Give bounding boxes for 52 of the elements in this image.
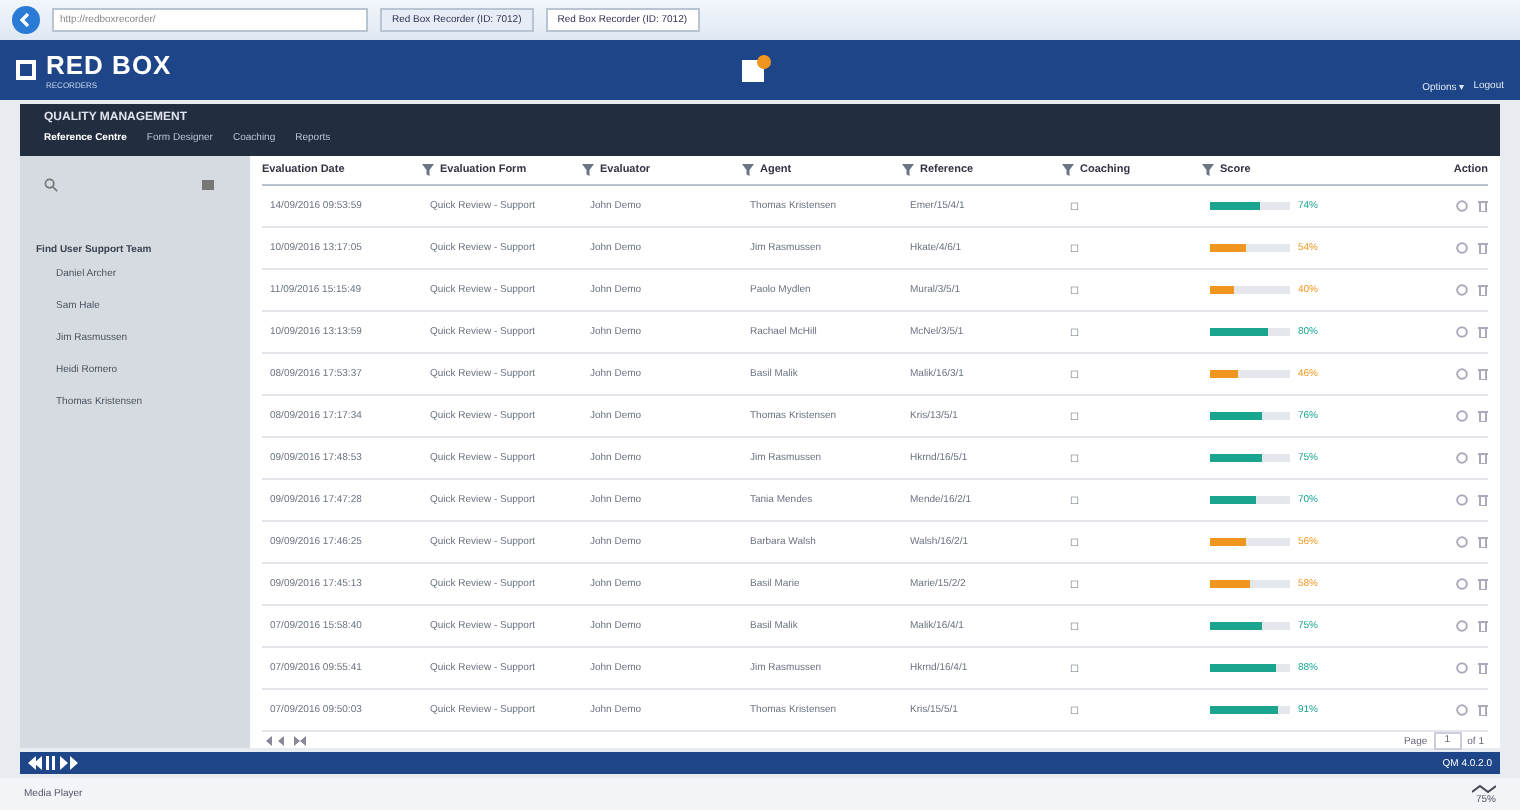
- delete-icon[interactable]: [1478, 368, 1488, 380]
- delete-icon[interactable]: [1478, 242, 1488, 254]
- score-bar: [1210, 538, 1290, 546]
- view-icon[interactable]: [1456, 200, 1468, 212]
- view-icon[interactable]: [1456, 242, 1468, 254]
- score-bar: [1210, 496, 1290, 504]
- view-icon[interactable]: [1456, 284, 1468, 296]
- view-icon[interactable]: [1456, 536, 1468, 548]
- logo-icon: [16, 60, 36, 80]
- filter-icon[interactable]: [422, 164, 434, 176]
- delete-icon[interactable]: [1478, 410, 1488, 422]
- score-bar: [1210, 244, 1290, 252]
- view-icon[interactable]: [1456, 410, 1468, 422]
- filter-icon[interactable]: [1202, 164, 1214, 176]
- score-bar: [1210, 412, 1290, 420]
- delete-icon[interactable]: [1478, 578, 1488, 590]
- delete-icon[interactable]: [1478, 326, 1488, 338]
- filter-icon[interactable]: [902, 164, 914, 176]
- view-icon[interactable]: [1456, 662, 1468, 674]
- view-icon[interactable]: [1456, 494, 1468, 506]
- score-bar: [1210, 286, 1290, 294]
- delete-icon[interactable]: [1478, 200, 1488, 212]
- filter-icon[interactable]: [742, 164, 754, 176]
- delete-icon[interactable]: [1478, 494, 1488, 506]
- score-bar: [1210, 202, 1290, 210]
- score-bar: [1210, 370, 1290, 378]
- filter-icon[interactable]: [1062, 164, 1074, 176]
- score-bar: [1210, 664, 1290, 672]
- view-icon[interactable]: [1456, 620, 1468, 632]
- search-icon[interactable]: [44, 177, 58, 191]
- score-bar: [1210, 706, 1290, 714]
- view-icon[interactable]: [1456, 452, 1468, 464]
- score-bar: [1210, 622, 1290, 630]
- score-bar: [1210, 454, 1290, 462]
- view-icon[interactable]: [1456, 578, 1468, 590]
- filter-icon[interactable]: [582, 164, 594, 176]
- pagination-icon[interactable]: [266, 736, 306, 746]
- brand-name: RED BOX: [46, 50, 172, 80]
- view-icon[interactable]: [1456, 368, 1468, 380]
- back-icon[interactable]: [12, 6, 40, 34]
- notification-icon[interactable]: [740, 54, 772, 84]
- player-controls-icon[interactable]: [28, 756, 80, 770]
- delete-icon[interactable]: [1478, 620, 1488, 632]
- delete-icon[interactable]: [1478, 704, 1488, 716]
- delete-icon[interactable]: [1478, 536, 1488, 548]
- delete-icon[interactable]: [1478, 662, 1488, 674]
- view-icon[interactable]: [1456, 704, 1468, 716]
- score-bar: [1210, 328, 1290, 336]
- delete-icon[interactable]: [1478, 284, 1488, 296]
- view-icon[interactable]: [1456, 326, 1468, 338]
- score-bar: [1210, 580, 1290, 588]
- delete-icon[interactable]: [1478, 452, 1488, 464]
